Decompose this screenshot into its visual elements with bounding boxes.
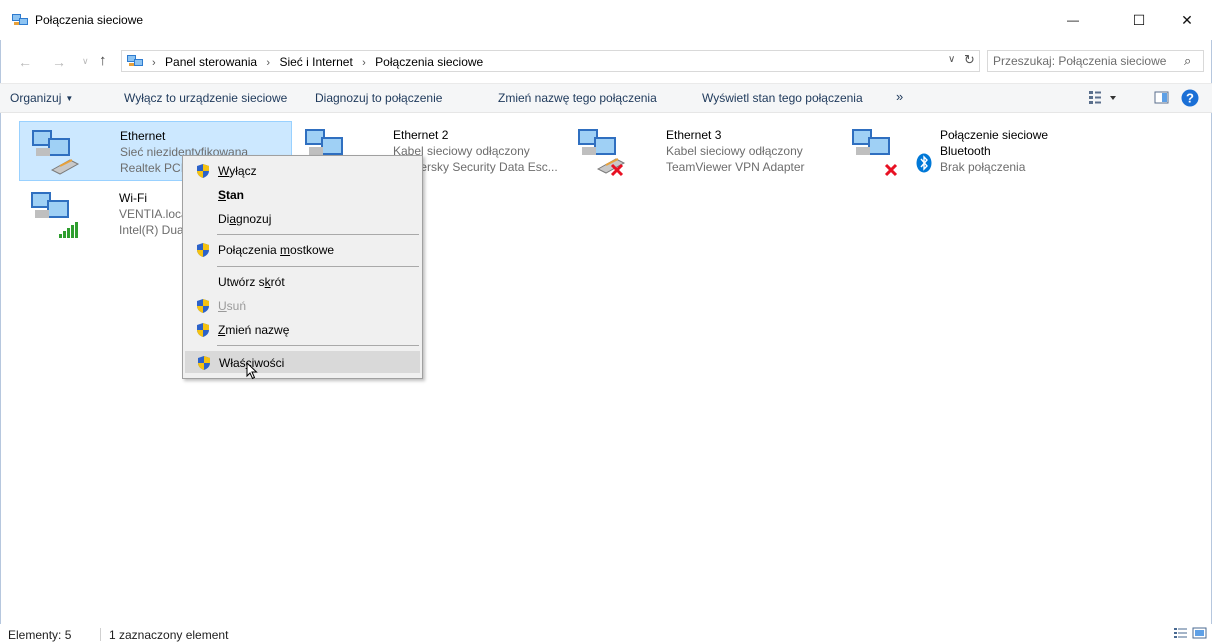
diagnose-connection-button[interactable]: Diagnozuj to połączenie xyxy=(315,91,442,105)
close-button[interactable]: ✕ xyxy=(1164,0,1210,40)
maximize-button[interactable]: ☐ xyxy=(1116,0,1162,40)
breadcrumb-separator-icon[interactable]: › xyxy=(266,57,270,69)
disconnected-x-icon xyxy=(884,163,898,177)
help-icon[interactable]: ? xyxy=(1181,89,1199,107)
search-icon[interactable]: ⌕ xyxy=(1184,53,1191,69)
forward-button[interactable]: → xyxy=(52,54,66,70)
status-bar: Elementy: 5 1 zaznaczony element xyxy=(0,624,1212,643)
address-bar[interactable]: › Panel sterowania › Sieć i Internet › P… xyxy=(121,50,980,72)
item-count: Elementy: 5 xyxy=(8,628,72,642)
rename-connection-button[interactable]: Zmień nazwę tego połączenia xyxy=(498,91,657,105)
up-button[interactable]: ↑ xyxy=(99,52,107,69)
uac-shield-icon xyxy=(197,323,209,337)
status-separator xyxy=(100,628,101,641)
connection-adapter: TeamViewer VPN Adapter xyxy=(666,160,805,174)
menu-item-label: Zmień nazwę xyxy=(218,323,290,337)
context-menu: Wyłącz Stan Diagnozuj Połączenia mostkow… xyxy=(182,155,423,379)
details-view-icon[interactable] xyxy=(1173,627,1188,640)
disconnected-x-icon xyxy=(610,163,624,177)
menu-item-label: Utwórz skrót xyxy=(218,275,285,289)
command-bar: Organizuj ▼ Wyłącz to urządzenie sieciowe… xyxy=(0,83,1212,113)
minimize-button[interactable]: — xyxy=(1050,0,1096,40)
mouse-cursor-icon xyxy=(246,362,258,380)
connection-item-bluetooth[interactable]: Połączenie sieciowe Bluetooth Brak połąc… xyxy=(840,121,1113,181)
connection-type: Bluetooth xyxy=(940,144,991,158)
connection-name: Ethernet 3 xyxy=(666,128,722,142)
search-box[interactable]: ⌕ xyxy=(987,50,1204,72)
view-status-button[interactable]: Wyświetl stan tego połączenia xyxy=(702,91,863,105)
breadcrumb-network-connections[interactable]: Połączenia sieciowe xyxy=(375,55,483,69)
chevron-down-icon: ▼ xyxy=(65,94,74,103)
menu-item-label: Diagnozuj xyxy=(218,212,272,226)
network-connections-icon xyxy=(127,55,143,66)
search-input[interactable] xyxy=(993,53,1178,69)
menu-separator xyxy=(217,345,419,346)
minimize-icon: — xyxy=(1067,13,1079,27)
large-icons-view-icon[interactable] xyxy=(1192,627,1207,640)
maximize-icon: ☐ xyxy=(1132,11,1146,28)
network-connections-icon xyxy=(12,14,28,25)
wifi-adapter-icon xyxy=(31,192,78,238)
address-row: ← → ∨ ↑ › Panel sterowania › Sieć i Inte… xyxy=(0,47,1212,76)
breadcrumb-control-panel[interactable]: Panel sterowania xyxy=(165,55,257,69)
address-dropdown-icon[interactable]: ∨ xyxy=(948,54,955,65)
organize-label: Organizuj xyxy=(10,91,62,105)
uac-shield-icon xyxy=(198,356,210,370)
breadcrumb: › Panel sterowania › Sieć i Internet › P… xyxy=(152,55,483,69)
connection-details: Ethernet 3 Kabel sieciowy odłączony Team… xyxy=(666,127,805,175)
breadcrumb-separator-icon[interactable]: › xyxy=(152,57,156,69)
more-commands-button[interactable]: » xyxy=(896,89,903,104)
menu-item-diagnose[interactable]: Diagnozuj xyxy=(185,208,420,230)
uac-shield-icon xyxy=(197,164,209,178)
preview-pane-icon[interactable] xyxy=(1154,91,1170,105)
back-button[interactable]: ← xyxy=(18,54,32,70)
menu-item-delete: Usuń xyxy=(185,295,420,317)
menu-item-bridge[interactable]: Połączenia mostkowe xyxy=(185,239,420,261)
menu-item-properties[interactable]: Właściwości xyxy=(185,351,420,373)
disable-device-button[interactable]: Wyłącz to urządzenie sieciowe xyxy=(124,91,287,105)
connection-name: Ethernet xyxy=(120,129,166,143)
uac-shield-icon xyxy=(197,243,209,257)
menu-separator xyxy=(217,266,419,267)
organize-button[interactable]: Organizuj ▼ xyxy=(10,91,73,105)
refresh-icon[interactable]: ↻ xyxy=(964,52,975,68)
menu-item-status[interactable]: Stan xyxy=(185,184,420,206)
connection-details: Połączenie sieciowe Bluetooth Brak połąc… xyxy=(940,127,1048,175)
breadcrumb-separator-icon[interactable]: › xyxy=(362,57,366,69)
menu-separator xyxy=(217,234,419,235)
window-title: Połączenia sieciowe xyxy=(35,13,144,27)
connection-item-ethernet-3[interactable]: Ethernet 3 Kabel sieciowy odłączony Team… xyxy=(566,121,839,181)
ethernet-adapter-icon xyxy=(32,130,80,175)
connection-name: Ethernet 2 xyxy=(393,128,449,142)
breadcrumb-network-internet[interactable]: Sieć i Internet xyxy=(279,55,352,69)
close-icon: ✕ xyxy=(1181,11,1193,28)
change-view-icon[interactable] xyxy=(1088,90,1118,106)
uac-shield-icon xyxy=(197,299,209,313)
connection-name: Połączenie sieciowe xyxy=(940,128,1049,142)
menu-item-disable[interactable]: Wyłącz xyxy=(185,160,420,182)
menu-item-label: Połączenia mostkowe xyxy=(218,243,335,257)
connection-status: Brak połączenia xyxy=(940,160,1026,174)
recent-locations-button[interactable]: ∨ xyxy=(82,56,89,67)
menu-item-label: Wyłącz xyxy=(218,164,257,178)
menu-item-label: Usuń xyxy=(218,299,247,313)
menu-item-rename[interactable]: Zmień nazwę xyxy=(185,319,420,341)
connection-status: Kabel sieciowy odłączony xyxy=(666,144,803,158)
bluetooth-icon xyxy=(916,153,932,173)
menu-item-label: Stan xyxy=(218,188,245,202)
menu-item-create-shortcut[interactable]: Utwórz skrót xyxy=(185,271,420,293)
selection-count: 1 zaznaczony element xyxy=(109,628,229,642)
svg-text:?: ? xyxy=(1186,91,1194,106)
title-bar[interactable]: Połączenia sieciowe — ☐ ✕ xyxy=(0,0,1212,40)
